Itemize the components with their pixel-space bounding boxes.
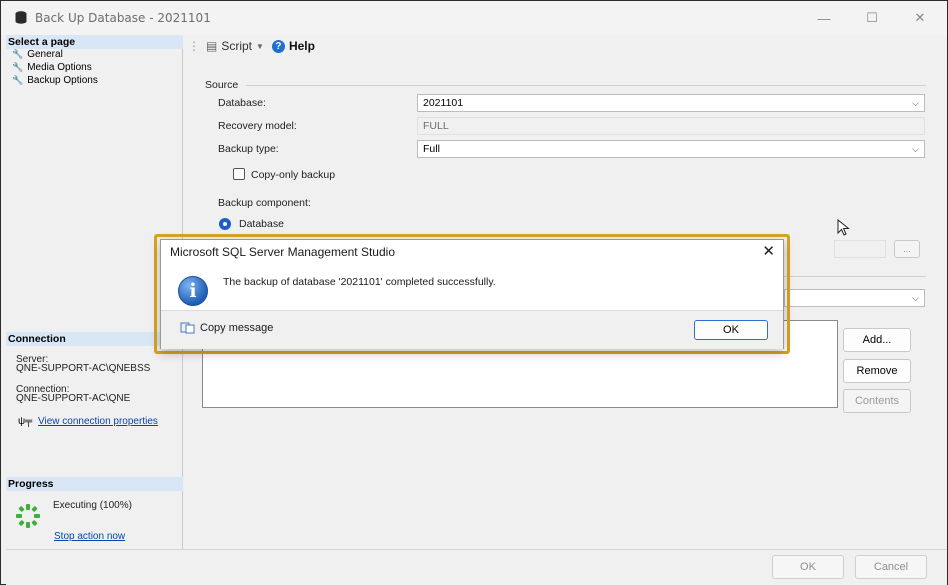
page-backup-options-label: Backup Options [27, 75, 98, 86]
copy-message-button[interactable]: Copy message [180, 322, 273, 334]
page-media-options[interactable]: 🔧 Media Options [12, 62, 92, 73]
page-media-options-label: Media Options [27, 62, 92, 73]
close-icon: ✕ [762, 243, 775, 260]
dialog-ok-button[interactable]: OK [694, 320, 768, 340]
database-value: 2021101 [423, 97, 464, 109]
help-label: Help [288, 39, 315, 53]
database-label: Database: [218, 97, 266, 109]
minimize-button[interactable]: — [801, 1, 847, 35]
progress-status: Executing (100%) [53, 500, 132, 511]
backup-component-label: Backup component: [218, 197, 311, 209]
browse-label: ... [903, 244, 911, 254]
view-connection-properties-link[interactable]: View connection properties [38, 416, 158, 427]
stop-action-link[interactable]: Stop action now [54, 531, 125, 542]
server-value: QNE-SUPPORT-AC\QNEBSS [16, 363, 151, 374]
help-button[interactable]: ? Help [271, 39, 315, 53]
script-button[interactable]: ▤ Script ▼ [206, 39, 264, 53]
backup-type-dropdown[interactable]: Full ⌵ [417, 140, 925, 158]
source-group-divider [246, 85, 926, 86]
dialog-footer: Copy message OK [161, 310, 783, 349]
copy-icon [180, 322, 195, 334]
chevron-down-icon: ⌵ [912, 144, 919, 154]
info-icon: i [178, 276, 208, 306]
backup-to-dropdown[interactable]: ⌵ [784, 289, 925, 307]
maximize-icon: ☐ [866, 10, 878, 25]
browse-button[interactable]: ... [894, 240, 920, 258]
copy-only-label: Copy-only backup [251, 169, 336, 181]
database-dropdown[interactable]: 2021101 ⌵ [417, 94, 925, 112]
filegroups-field [834, 240, 886, 258]
progress-header: Progress [6, 477, 183, 491]
dialog-ok-label: OK [723, 324, 739, 336]
message-dialog: Microsoft SQL Server Management Studio ✕… [160, 239, 784, 349]
add-label: Add... [862, 334, 892, 346]
component-database-label: Database [239, 218, 284, 230]
add-button[interactable]: Add... [843, 328, 911, 352]
wrench-icon: 🔧 [12, 49, 24, 59]
script-label: Script [221, 39, 253, 53]
recovery-model-field: FULL [417, 117, 925, 135]
recovery-model-label: Recovery model: [218, 120, 297, 132]
connection-properties-icon: ψ╤ [18, 416, 33, 427]
select-page-header: Select a page [6, 35, 183, 49]
mouse-cursor-icon [837, 219, 850, 236]
source-group-label: Source [205, 79, 239, 91]
destination-group-divider [784, 276, 926, 277]
close-button[interactable]: ✕ [897, 1, 943, 35]
connection-value: QNE-SUPPORT-AC\QNE [16, 393, 131, 404]
chevron-down-icon: ⌵ [912, 293, 919, 303]
dialog-message: The backup of database '2021101' complet… [223, 276, 496, 288]
page-general-label: General [27, 49, 63, 60]
ok-label: OK [800, 561, 816, 573]
contents-button[interactable]: Contents [843, 389, 911, 413]
component-database-radio[interactable] [219, 218, 231, 230]
progress-spinner-icon [16, 504, 40, 528]
recovery-model-value: FULL [423, 120, 449, 132]
close-icon: ✕ [914, 10, 926, 25]
database-icon [15, 11, 27, 24]
remove-label: Remove [856, 365, 898, 377]
copy-only-checkbox[interactable] [233, 168, 245, 180]
dialog-close-button[interactable]: ✕ [762, 242, 775, 260]
cancel-button[interactable]: Cancel [855, 555, 927, 579]
title-bar: Back Up Database - 2021101 — ☐ ✕ [1, 1, 947, 35]
help-icon: ? [271, 39, 285, 53]
toolbar-grip-icon: ⋮ [188, 39, 200, 53]
ok-button[interactable]: OK [772, 555, 844, 579]
info-glyph: i [189, 280, 197, 302]
script-icon: ▤ [206, 39, 218, 53]
window-title: Back Up Database - 2021101 [35, 11, 211, 25]
page-general[interactable]: 🔧 General [12, 49, 63, 60]
backup-type-value: Full [423, 143, 440, 155]
chevron-down-icon: ⌵ [912, 98, 919, 108]
bottom-bar: OK Cancel [6, 549, 947, 585]
dialog-title: Microsoft SQL Server Management Studio [170, 245, 395, 259]
backup-type-label: Backup type: [218, 143, 279, 155]
toolbar: ⋮ ▤ Script ▼ ? Help [184, 35, 947, 57]
page-backup-options[interactable]: 🔧 Backup Options [12, 75, 98, 86]
remove-button[interactable]: Remove [843, 359, 911, 383]
maximize-button[interactable]: ☐ [849, 1, 895, 35]
cancel-label: Cancel [873, 561, 909, 573]
minimize-icon: — [817, 10, 831, 26]
copy-message-label: Copy message [200, 322, 274, 334]
wrench-icon: 🔧 [12, 75, 24, 85]
chevron-down-icon: ▼ [256, 41, 264, 51]
contents-label: Contents [854, 395, 900, 407]
wrench-icon: 🔧 [12, 62, 24, 72]
